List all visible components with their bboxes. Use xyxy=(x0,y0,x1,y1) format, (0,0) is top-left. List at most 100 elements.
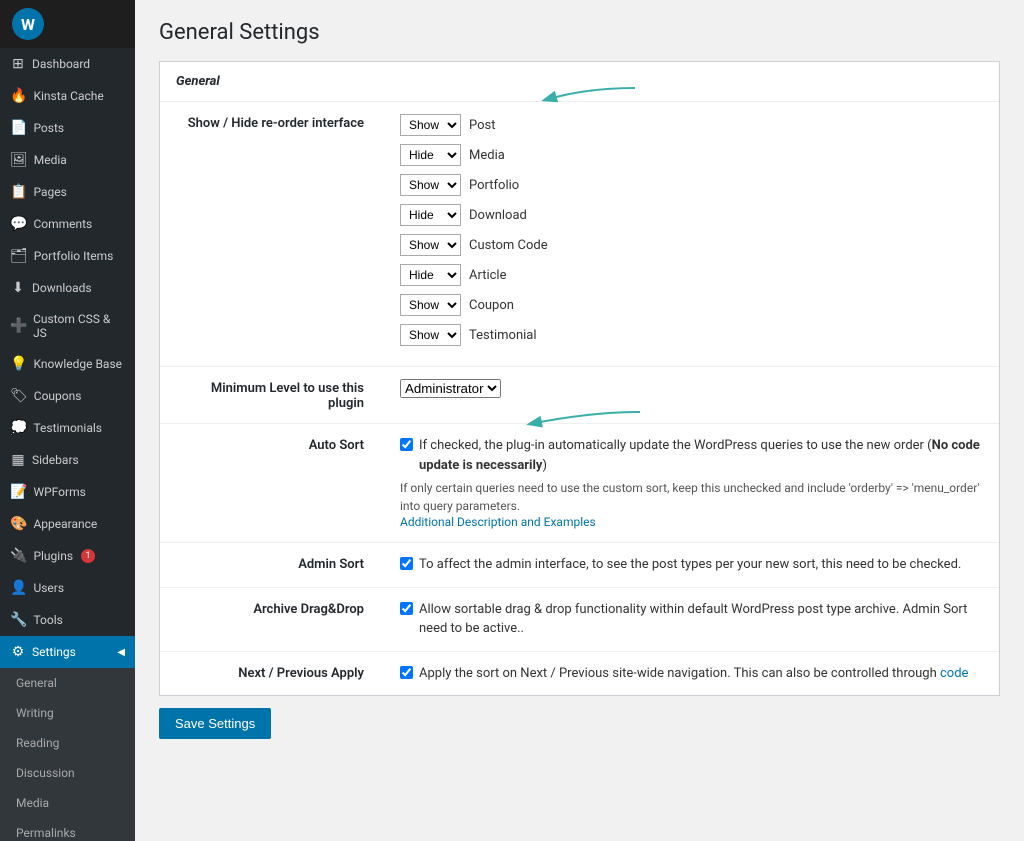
submenu-permalinks[interactable]: Permalinks xyxy=(0,818,135,841)
sidebar-item-pages[interactable]: 📋 Pages xyxy=(0,176,135,208)
reorder-select-post[interactable]: ShowHide xyxy=(400,114,461,136)
sidebar-item-settings[interactable]: ⚙ Settings ◀ xyxy=(0,636,135,668)
reorder-row-testimonial: ShowHide Testimonial xyxy=(400,324,983,346)
sidebar-item-downloads[interactable]: ⬇ Downloads xyxy=(0,272,135,304)
reorder-item-coupon: Coupon xyxy=(469,298,514,313)
sidebar-item-label: Comments xyxy=(33,217,92,231)
coupons-icon: 🏷 xyxy=(10,388,28,404)
reorder-select-coupon[interactable]: ShowHide xyxy=(400,294,461,316)
sidebar-item-plugins[interactable]: 🔌 Plugins 1 xyxy=(0,540,135,572)
submenu-reading-label: Reading xyxy=(16,736,59,750)
reorder-item-media: Media xyxy=(469,148,505,163)
settings-table: Show / Hide re-order interface ShowHide … xyxy=(160,102,999,695)
admin-sort-row: Admin Sort To affect the admin interface… xyxy=(160,543,999,588)
minimum-level-value-cell: Administrator Editor Author Contributor … xyxy=(380,367,999,424)
next-previous-checkbox-row: Apply the sort on Next / Previous site-w… xyxy=(400,664,983,684)
reorder-select-article[interactable]: HideShow xyxy=(400,264,461,286)
sidebar-item-comments[interactable]: 💬 Comments xyxy=(0,208,135,240)
reorder-select-custom-code[interactable]: ShowHide xyxy=(400,234,461,256)
testimonials-icon: 💭 xyxy=(10,420,27,436)
sidebar-item-coupons[interactable]: 🏷 Coupons xyxy=(0,380,135,412)
sidebar-item-kinsta[interactable]: 🔥 Kinsta Cache xyxy=(0,80,135,112)
archive-drag-drop-checkbox[interactable] xyxy=(400,602,413,615)
next-previous-link[interactable]: code xyxy=(940,666,968,681)
minimum-level-label: Minimum Level to use this plugin xyxy=(160,367,380,424)
plugins-icon: 🔌 xyxy=(10,548,27,564)
sidebar-item-knowledge-base[interactable]: 💡 Knowledge Base xyxy=(0,348,135,380)
submenu-writing[interactable]: Writing xyxy=(0,698,135,728)
reorder-select-testimonial[interactable]: ShowHide xyxy=(400,324,461,346)
sidebar-item-appearance[interactable]: 🎨 Appearance xyxy=(0,508,135,540)
auto-sort-checkbox[interactable] xyxy=(400,438,413,451)
reorder-select-media[interactable]: HideShow xyxy=(400,144,461,166)
sidebar: W ⊞ Dashboard 🔥 Kinsta Cache 📄 Posts 🖼 M… xyxy=(0,0,135,841)
reorder-row-post: ShowHide Post xyxy=(400,114,983,136)
annotation-arrow-3 xyxy=(135,640,140,730)
auto-sort-label: Auto Sort xyxy=(160,424,380,543)
sidebar-item-portfolio-items[interactable]: 🗂 Portfolio Items xyxy=(0,240,135,272)
next-previous-label: Next / Previous Apply xyxy=(160,651,380,695)
sidebar-item-label: WPForms xyxy=(33,485,85,499)
sidebar-item-label: Kinsta Cache xyxy=(33,89,103,103)
settings-section: General Show / Hide re-order interface S… xyxy=(159,61,1000,696)
reorder-row-article: HideShow Article xyxy=(400,264,983,286)
tools-icon: 🔧 xyxy=(10,612,27,628)
auto-sort-description: If checked, the plug-in automatically up… xyxy=(419,436,983,475)
sidebar-item-testimonials[interactable]: 💭 Testimonials xyxy=(0,412,135,444)
page-title: General Settings xyxy=(159,20,1000,45)
appearance-icon: 🎨 xyxy=(10,516,27,532)
sidebar-item-users[interactable]: 👤 Users xyxy=(0,572,135,604)
sidebar-item-label: Plugins xyxy=(33,549,73,563)
next-previous-description: Apply the sort on Next / Previous site-w… xyxy=(419,664,968,684)
dashboard-icon: ⊞ xyxy=(10,56,26,72)
sidebar-item-label: Tools xyxy=(33,613,62,627)
reorder-row-portfolio: ShowHide Portfolio xyxy=(400,174,983,196)
reorder-row-coupon: ShowHide Coupon xyxy=(400,294,983,316)
submenu-discussion[interactable]: Discussion xyxy=(0,758,135,788)
submenu-writing-label: Writing xyxy=(16,706,54,720)
admin-sort-checkbox-row: To affect the admin interface, to see th… xyxy=(400,555,983,575)
submenu-media[interactable]: Media xyxy=(0,788,135,818)
reorder-row-custom-code: ShowHide Custom Code xyxy=(400,234,983,256)
sidebar-item-wpforms[interactable]: 📝 WPForms xyxy=(0,476,135,508)
save-settings-button[interactable]: Save Settings xyxy=(159,708,271,739)
sidebar-item-label: Media xyxy=(34,153,67,167)
sidebar-item-media[interactable]: 🖼 Media xyxy=(0,144,135,176)
archive-drag-drop-checkbox-row: Allow sortable drag & drop functionality… xyxy=(400,600,983,639)
sidebar-item-label: Testimonials xyxy=(33,421,102,435)
archive-drag-drop-description: Allow sortable drag & drop functionality… xyxy=(419,600,983,639)
reorder-interface-row: Show / Hide re-order interface ShowHide … xyxy=(160,102,999,367)
reorder-select-portfolio[interactable]: ShowHide xyxy=(400,174,461,196)
next-previous-checkbox[interactable] xyxy=(400,666,413,679)
next-previous-row: Next / Previous Apply Apply the sort on … xyxy=(160,651,999,695)
reorder-item-portfolio: Portfolio xyxy=(469,178,519,193)
sidebar-item-label: Sidebars xyxy=(32,453,79,467)
reorder-row-download: HideShow Download xyxy=(400,204,983,226)
sidebar-item-tools[interactable]: 🔧 Tools xyxy=(0,604,135,636)
minimum-level-select[interactable]: Administrator Editor Author Contributor … xyxy=(400,379,501,398)
section-label: General xyxy=(160,62,999,102)
archive-drag-drop-value-cell: Allow sortable drag & drop functionality… xyxy=(380,587,999,651)
sidebar-item-label: Users xyxy=(33,581,64,595)
reorder-item-testimonial: Testimonial xyxy=(469,328,537,343)
auto-sort-bold: No code update is necessarily xyxy=(419,438,980,473)
sidebar-item-dashboard[interactable]: ⊞ Dashboard xyxy=(0,48,135,80)
sidebar-item-label: Pages xyxy=(33,185,66,199)
submenu-media-label: Media xyxy=(16,796,49,810)
reorder-select-download[interactable]: HideShow xyxy=(400,204,461,226)
sidebar-item-posts[interactable]: 📄 Posts xyxy=(0,112,135,144)
sidebar-item-custom-css[interactable]: ➕ Custom CSS & JS xyxy=(0,304,135,348)
auto-sort-link[interactable]: Additional Description and Examples xyxy=(400,515,596,529)
admin-sort-label: Admin Sort xyxy=(160,543,380,588)
posts-icon: 📄 xyxy=(10,120,27,136)
submenu-reading[interactable]: Reading xyxy=(0,728,135,758)
kinsta-icon: 🔥 xyxy=(10,88,27,104)
auto-sort-checkbox-row: If checked, the plug-in automatically up… xyxy=(400,436,983,475)
admin-sort-checkbox[interactable] xyxy=(400,557,413,570)
media-icon: 🖼 xyxy=(10,152,28,168)
sidebar-item-sidebars[interactable]: ▦ Sidebars xyxy=(0,444,135,476)
submenu-general[interactable]: General xyxy=(0,668,135,698)
main-content: General Settings General xyxy=(135,0,1024,841)
archive-drag-drop-label: Archive Drag&Drop xyxy=(160,587,380,651)
reorder-value-cell: ShowHide Post HideShow Media ShowHide xyxy=(380,102,999,367)
